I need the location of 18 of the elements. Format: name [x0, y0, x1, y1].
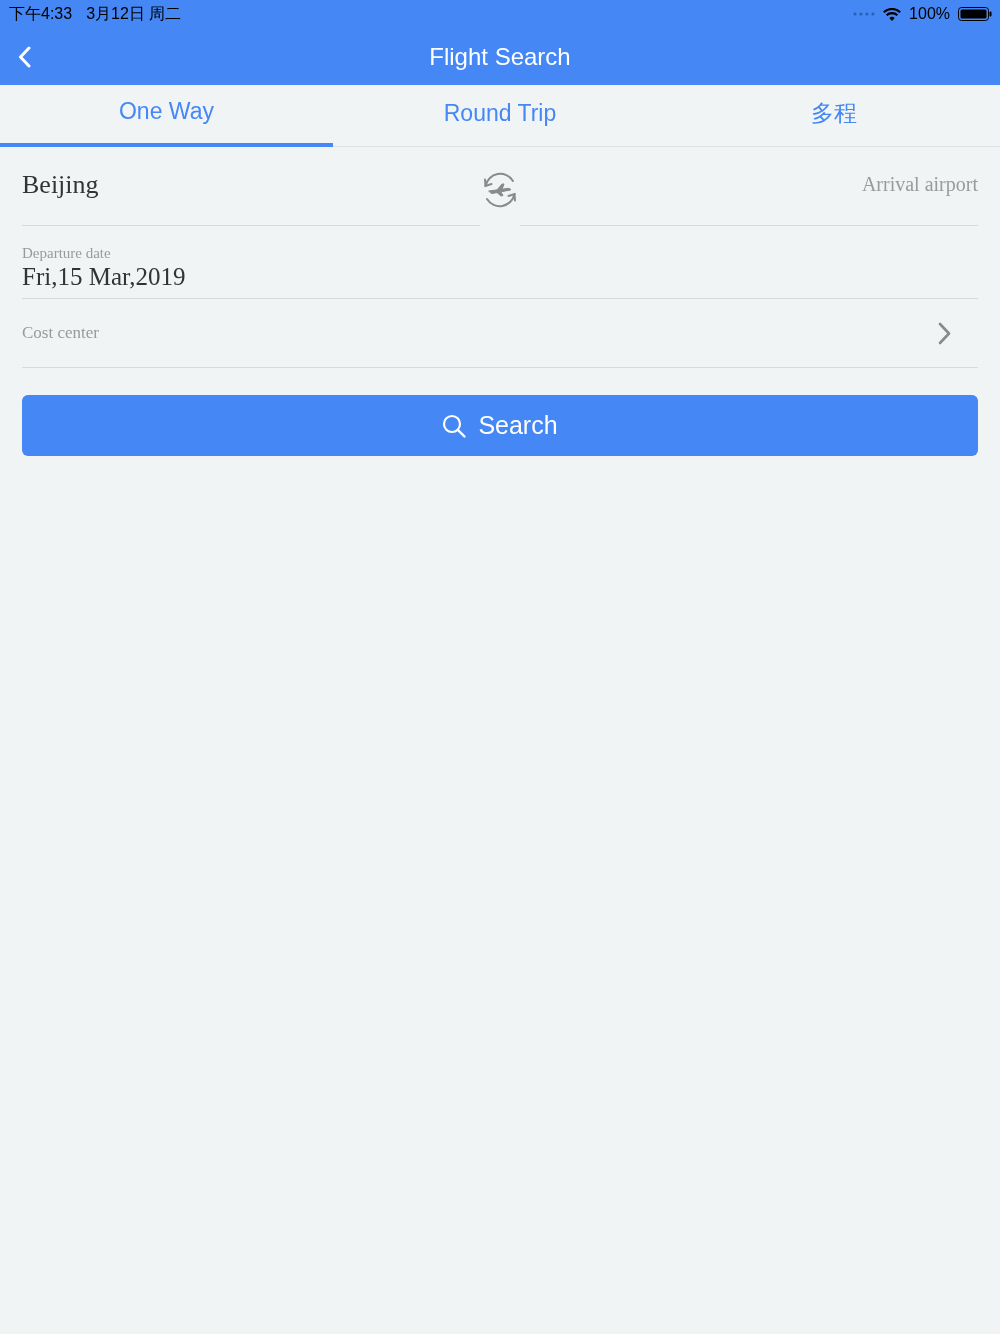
trip-type-tab[interactable]: Round Trip	[333, 85, 667, 147]
signal-icon	[853, 12, 876, 16]
status-date: 3月12日 周二	[86, 3, 182, 24]
arrival-field[interactable]: Arrival airport	[520, 147, 978, 226]
nav-title: Flight Search	[428, 42, 572, 71]
departure-field[interactable]: Beijing	[22, 147, 480, 226]
battery-icon	[958, 7, 992, 21]
back-icon	[18, 45, 31, 68]
wifi-icon	[883, 7, 902, 21]
chevron-right-icon	[938, 321, 951, 345]
trip-type-tab[interactable]: One Way	[0, 85, 333, 147]
battery-percent: 100%	[909, 5, 950, 23]
trip-type-tab[interactable]: 多程	[667, 85, 1000, 147]
departure-date-field[interactable]: Departure date Fri,15 Mar,2019	[22, 226, 978, 299]
status-time: 下午4:33	[9, 3, 73, 24]
search-button[interactable]: Search	[22, 395, 978, 456]
search-icon	[442, 413, 467, 438]
cost-center-row[interactable]: Cost center	[22, 299, 978, 368]
